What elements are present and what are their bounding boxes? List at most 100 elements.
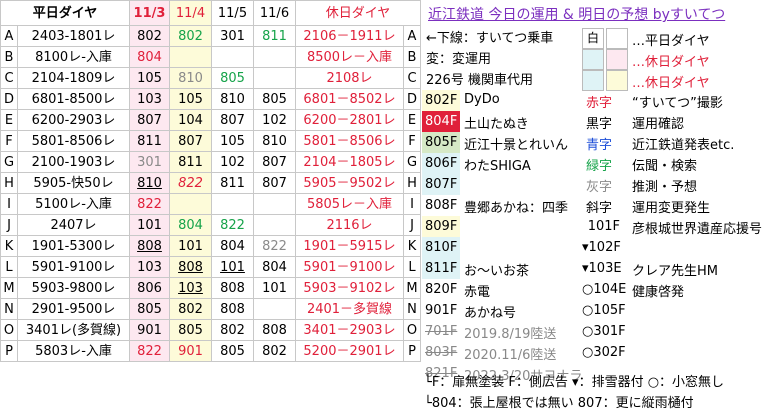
fleet-right-id: ▾102F bbox=[582, 240, 621, 255]
weekday-run: 2104-1809レ bbox=[17, 67, 130, 89]
assignment-cell: 802 bbox=[169, 298, 212, 320]
fleet-right-label: 彦根城世界遺産応援号 bbox=[632, 222, 763, 237]
row-key: F bbox=[0, 130, 18, 152]
assignment-cell: 810 bbox=[169, 67, 212, 89]
assignment-cell: 101 bbox=[211, 256, 254, 278]
fleet-id: 803F bbox=[422, 342, 460, 363]
weekday-run: 5803レ-入庫 bbox=[17, 340, 130, 362]
blank-swatch bbox=[606, 28, 628, 49]
assignment-cell: 806 bbox=[129, 277, 170, 299]
row-key: E bbox=[0, 109, 18, 131]
fleet-right-id: ○104E bbox=[582, 282, 627, 297]
fleet-right-label: 健康啓発 bbox=[632, 285, 685, 300]
legend-226: 226号 機関車代用 bbox=[426, 73, 533, 88]
holiday-run: 5200－2901レ bbox=[295, 340, 404, 362]
footer-note-2: └804：張上屋根では無い 807：更に縦雨樋付 bbox=[424, 396, 694, 411]
roster-row: J 2407レ 101 804 822 2116レ J bbox=[0, 214, 421, 236]
weekday-run: 5901-9100レ bbox=[17, 256, 130, 278]
yellow-swatch bbox=[606, 70, 628, 91]
fleet-id: 811F bbox=[422, 258, 460, 279]
assignment-cell bbox=[169, 193, 212, 215]
fleet-id: 805F bbox=[422, 132, 460, 153]
fleet-name: わたSHIGA bbox=[464, 159, 531, 174]
assignment-cell: 808 bbox=[211, 277, 254, 299]
row-key-right: L bbox=[403, 256, 421, 278]
roster-row: O 3401レ(多賀線) 901 805 802 808 3401－2903レ O bbox=[0, 319, 421, 341]
weekday-run: 5100レ-入庫 bbox=[17, 193, 130, 215]
weekday-col-header: 平日ダイヤ bbox=[0, 0, 130, 26]
row-key-right: A bbox=[403, 25, 421, 47]
weekday-run: 5903-9800レ bbox=[17, 277, 130, 299]
assignment-cell: 822 bbox=[129, 193, 170, 215]
row-key: H bbox=[0, 172, 18, 194]
assignment-cell bbox=[211, 193, 254, 215]
weekday-run: 6801-8500レ bbox=[17, 88, 130, 110]
color-desc: 推測・予想 bbox=[632, 180, 698, 195]
row-key: D bbox=[0, 88, 18, 110]
row-key: J bbox=[0, 214, 18, 236]
legend-panel: 近江鉄道 今日の運用 & 明日の予想 byすいてつ ←下線：すいてつ乗車 変：変… bbox=[422, 0, 778, 413]
white-swatch: 白 bbox=[582, 28, 604, 49]
color-word: 緑字 bbox=[586, 159, 613, 174]
assignment-cell: 105 bbox=[169, 88, 212, 110]
weekday-run: 3401レ(多賀線) bbox=[17, 319, 130, 341]
assignment-cell: 808 bbox=[129, 235, 170, 257]
assignment-cell: 802 bbox=[129, 25, 170, 47]
assignment-cell: 808 bbox=[211, 298, 254, 320]
row-key-right: H bbox=[403, 172, 421, 194]
assignment-cell: 804 bbox=[129, 46, 170, 68]
color-word: 斜字 bbox=[586, 201, 613, 216]
assignment-cell: 301 bbox=[211, 25, 254, 47]
fleet-name: お～いお茶 bbox=[464, 264, 530, 279]
assignment-cell: 811 bbox=[253, 25, 296, 47]
assignment-cell: 807 bbox=[211, 109, 254, 131]
assignment-cell: 807 bbox=[253, 172, 296, 194]
cyan-swatch bbox=[582, 49, 604, 70]
holiday-col-header: 休日ダイヤ bbox=[295, 0, 421, 26]
fleet-id: 804F bbox=[422, 111, 460, 132]
fleet-id: 807F bbox=[422, 174, 460, 195]
row-key-right: F bbox=[403, 130, 421, 152]
assignment-cell bbox=[211, 46, 254, 68]
date-header-3: 11/5 bbox=[211, 0, 254, 26]
footer-note-1: └F：扉無塗装 F：側広告 ▾：排雪器付 ○：小窓無し bbox=[424, 375, 725, 390]
holiday-run: 6801－8502レ bbox=[295, 88, 404, 110]
assignment-cell: 103 bbox=[129, 88, 170, 110]
color-desc: “すいてつ”撮影 bbox=[632, 96, 723, 111]
color-word: 青字 bbox=[586, 138, 613, 153]
weekday-run: 2407レ bbox=[17, 214, 130, 236]
legend-underline: ←下線：すいてつ乗車 bbox=[426, 31, 554, 46]
fleet-id: 809F bbox=[422, 216, 460, 237]
holiday-run: 2104－1805レ bbox=[295, 151, 404, 173]
holiday-run: 2108レ bbox=[295, 67, 404, 89]
assignment-cell: 810 bbox=[253, 130, 296, 152]
fleet-name: DyDo bbox=[464, 92, 500, 107]
row-key: L bbox=[0, 256, 18, 278]
holiday-run: 8500レ－入庫 bbox=[295, 46, 404, 68]
fleet-right-id: ○301F bbox=[582, 324, 626, 339]
row-key-right: M bbox=[403, 277, 421, 299]
assignment-cell: 811 bbox=[169, 151, 212, 173]
row-key: P bbox=[0, 340, 18, 362]
fleet-name: 土山たぬき bbox=[464, 117, 529, 132]
date-header-1: 11/3 bbox=[129, 0, 170, 26]
roster-row: B 8100レ-入庫 804 8500レ－入庫 B bbox=[0, 46, 421, 68]
holiday-run: 2106－1911レ bbox=[295, 25, 404, 47]
assignment-cell bbox=[253, 193, 296, 215]
weekday-run: 2100-1903レ bbox=[17, 151, 130, 173]
roster-row: G 2100-1903レ 301 811 102 807 2104－1805レ G bbox=[0, 151, 421, 173]
fleet-id: 808F bbox=[422, 195, 460, 216]
fleet-name: 近江十景とれいん bbox=[464, 138, 569, 153]
holiday-run: 5903－9102レ bbox=[295, 277, 404, 299]
holiday-run: 5905－9502レ bbox=[295, 172, 404, 194]
assignment-cell: 811 bbox=[211, 172, 254, 194]
fleet-name: 2020.11/6陸送 bbox=[464, 348, 557, 363]
row-key: K bbox=[0, 235, 18, 257]
legend-weekday: …平日ダイヤ bbox=[632, 34, 710, 49]
fleet-right-id: ○105F bbox=[582, 303, 626, 318]
fleet-id: 820F bbox=[422, 279, 460, 300]
assignment-cell: 802 bbox=[253, 340, 296, 362]
fleet-id: 901F bbox=[422, 300, 460, 321]
holiday-run: 3401－2903レ bbox=[295, 319, 404, 341]
assignment-cell: 901 bbox=[129, 319, 170, 341]
